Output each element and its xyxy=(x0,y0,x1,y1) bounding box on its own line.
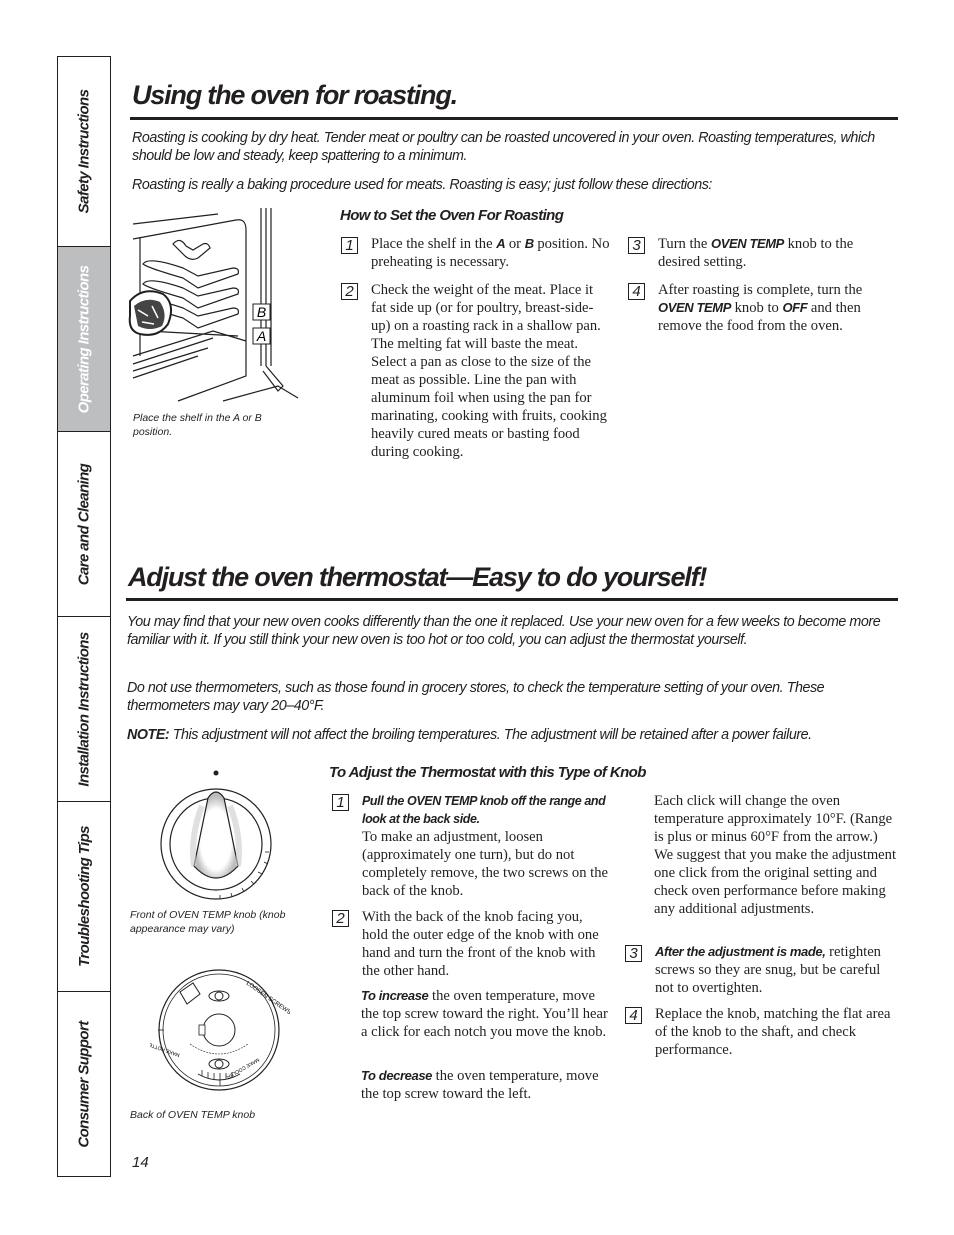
back-knob-caption: Back of OVEN TEMP knob xyxy=(130,1109,256,1121)
step-number: 4 xyxy=(625,1007,642,1024)
step-number: 1 xyxy=(332,794,349,811)
front-knob-illustration xyxy=(160,770,272,900)
step-number: 1 xyxy=(341,237,358,254)
click-note: Each click will change the oven temperat… xyxy=(654,793,897,917)
roasting-subhead: How to Set the Oven For Roasting xyxy=(340,207,564,224)
tab-label: Safety Instructions xyxy=(75,89,93,214)
thermostat-intro-1: You may find that your new oven cooks di… xyxy=(127,614,881,648)
shelf-caption: Place the shelf in the A or B position. xyxy=(133,412,262,438)
shelf-label-a: A xyxy=(256,328,266,344)
step-number: 4 xyxy=(628,283,645,300)
tab-troubleshooting-tips[interactable]: Troubleshooting Tips xyxy=(58,802,110,992)
step-bold: Pull the OVEN TEMP knob off the range an… xyxy=(362,794,606,826)
tab-label: Troubleshooting Tips xyxy=(75,826,93,967)
tab-safety-instructions[interactable]: Safety Instructions xyxy=(58,57,110,247)
tab-operating-instructions[interactable]: Operating Instructions xyxy=(58,247,110,432)
tab-label: Care and Cleaning xyxy=(75,463,93,585)
back-knob-illustration: LOOSEN SCREWS TO ROTATE MAKE HOTTER MAKE… xyxy=(150,969,290,1091)
front-knob-caption: Front of OVEN TEMP knob (knob appearance… xyxy=(130,909,286,935)
page-number: 14 xyxy=(132,1154,149,1171)
tab-installation-instructions[interactable]: Installation Instructions xyxy=(58,617,110,802)
step-text: With the back of the knob facing you, ho… xyxy=(362,909,599,979)
shelf-label-b: B xyxy=(257,304,266,320)
note-label: NOTE: xyxy=(127,727,170,743)
title-rule xyxy=(126,598,898,601)
step-number: 3 xyxy=(628,237,645,254)
thermostat-title: Adjust the oven thermostat—Easy to do yo… xyxy=(128,562,707,592)
decrease-instructions: To decrease the oven temperature, move t… xyxy=(361,1068,599,1102)
roasting-intro-2: Roasting is really a baking procedure us… xyxy=(132,177,712,193)
step-number: 3 xyxy=(625,945,642,962)
step-text: Check the weight of the meat. Place it f… xyxy=(371,282,607,460)
roasting-intro-1: Roasting is cooking by dry heat. Tender … xyxy=(132,130,875,164)
roasting-title: Using the oven for roasting. xyxy=(132,80,458,110)
tab-label: Consumer Support xyxy=(75,1020,93,1148)
tab-label: Operating Instructions xyxy=(75,265,93,413)
thermostat-intro-2: Do not use thermometers, such as those f… xyxy=(127,680,825,714)
tab-care-and-cleaning[interactable]: Care and Cleaning xyxy=(58,432,110,617)
increase-instructions: To increase the oven temperature, move t… xyxy=(361,988,608,1040)
step-text: Replace the knob, matching the flat area… xyxy=(655,1006,891,1058)
thermostat-note: NOTE: This adjustment will not affect th… xyxy=(127,727,812,743)
section-tabs: Safety Instructions Operating Instructio… xyxy=(57,56,111,1177)
title-rule xyxy=(130,117,898,120)
tab-label: Installation Instructions xyxy=(75,631,93,787)
indicator-dot xyxy=(213,770,219,776)
tab-consumer-support[interactable]: Consumer Support xyxy=(58,992,110,1176)
oven-shelf-illustration: B A xyxy=(128,208,299,402)
thermostat-subhead: To Adjust the Thermostat with this Type … xyxy=(329,764,646,781)
step-number: 2 xyxy=(341,283,358,300)
step-number: 2 xyxy=(332,910,349,927)
